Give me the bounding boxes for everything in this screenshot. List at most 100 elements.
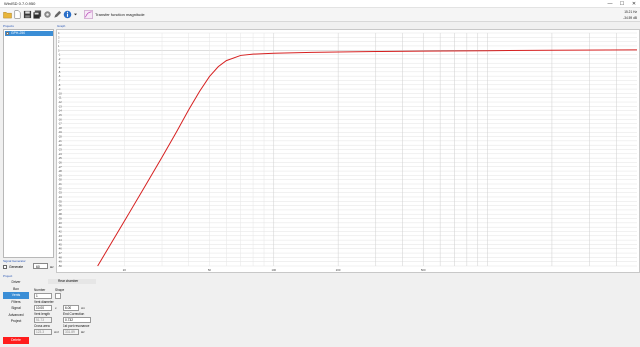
y-tick-label: -15: [58, 113, 62, 117]
window-title: WinISD 0.7.0.950: [4, 1, 36, 6]
y-tick-label: -14: [58, 109, 62, 113]
generator-frequency-input[interactable]: 60: [33, 263, 48, 269]
y-tick-label: -31: [58, 182, 62, 186]
generator-unit: Hz: [50, 265, 54, 269]
project-nav: Driver Box Vents Filters Signal Advanced…: [3, 279, 29, 325]
vent-diameter-input-2[interactable]: 6.00: [63, 305, 79, 311]
open-folder-icon[interactable]: [3, 10, 12, 19]
y-tick-label: -29: [58, 173, 62, 177]
toolbar: Transfer function magnitude 15.21 Hz -34…: [0, 8, 640, 22]
graph-icon[interactable]: [84, 10, 93, 19]
x-tick-label: 500: [421, 268, 426, 272]
y-tick-label: -24: [58, 152, 62, 156]
graph-label: Graph: [57, 24, 66, 28]
y-tick-label: -17: [58, 122, 62, 126]
settings-gear-icon[interactable]: [43, 10, 52, 19]
y-tick-label: -40: [58, 221, 62, 225]
shape-label: Shape: [55, 288, 65, 292]
number-select[interactable]: 1: [34, 293, 52, 299]
cross-area-unit: cm²: [54, 330, 59, 334]
projects-list[interactable]: GPH-250: [3, 29, 54, 258]
y-tick-label: -47: [58, 251, 62, 255]
x-tick-label: 20: [123, 268, 127, 272]
graph-type-selector[interactable]: Transfer function magnitude: [95, 12, 145, 17]
cross-area-value: 123.3: [34, 329, 52, 335]
new-file-icon[interactable]: [13, 10, 22, 19]
y-tick-label: -39: [58, 217, 62, 221]
minimize-button[interactable]: —: [604, 0, 616, 8]
y-tick-label: -36: [58, 204, 62, 208]
number-label: Number: [34, 288, 46, 292]
y-tick-label: 3: [58, 35, 60, 39]
readout-value: -34.59 dB: [623, 16, 637, 20]
pen-icon[interactable]: [53, 10, 62, 19]
vent-diameter-unit: x: [55, 306, 57, 310]
nav-project[interactable]: Project: [3, 318, 29, 325]
vent-length-value: 51.73: [34, 317, 52, 323]
project-checkbox[interactable]: [6, 32, 9, 35]
y-tick-label: -49: [58, 260, 62, 264]
y-tick-label: -22: [58, 143, 62, 147]
project-section-label: Project: [3, 274, 13, 278]
readout-frequency: 15.21 Hz: [624, 10, 637, 14]
info-icon[interactable]: [63, 10, 72, 19]
y-tick-label: -44: [58, 238, 62, 242]
y-tick-label: 4: [58, 31, 60, 35]
generate-checkbox[interactable]: [3, 265, 7, 269]
y-tick-label: -16: [58, 117, 62, 121]
y-tick-label: 1: [58, 44, 60, 48]
maximize-button[interactable]: ☐: [616, 0, 628, 8]
y-tick-label: -18: [58, 126, 62, 130]
save-icon[interactable]: [23, 10, 32, 19]
x-tick-label: 100: [271, 268, 276, 272]
y-tick-label: -11: [58, 96, 62, 100]
vent-length-label: Vent length: [34, 312, 50, 316]
save-all-icon[interactable]: [33, 10, 42, 19]
y-tick-label: -27: [58, 165, 62, 169]
y-tick-label: -25: [58, 156, 62, 160]
vent-diameter-input[interactable]: 10.00: [34, 305, 52, 311]
y-tick-label: -21: [58, 139, 62, 143]
y-tick-label: -28: [58, 169, 62, 173]
transfer-function-chart[interactable]: 43210-1-2-3-4-5-6-7-8-9-10-11-12-13-14-1…: [57, 30, 639, 272]
y-tick-label: -48: [58, 255, 62, 259]
y-tick-label: -13: [58, 104, 62, 108]
y-tick-label: -10: [58, 91, 62, 95]
y-tick-label: -30: [58, 178, 62, 182]
y-tick-label: -35: [58, 199, 62, 203]
y-tick-label: -45: [58, 242, 62, 246]
y-tick-label: -34: [58, 195, 62, 199]
end-correction-select[interactable]: 0.732: [63, 317, 91, 323]
y-tick-label: -23: [58, 148, 62, 152]
rear-chamber-tab[interactable]: Rear chamber: [48, 279, 96, 284]
y-tick-label: 2: [58, 40, 60, 44]
projects-label: Projects: [3, 24, 14, 28]
x-tick-label: 200: [336, 268, 341, 272]
port-resonance-unit: Hz: [81, 330, 85, 334]
y-tick-label: -19: [58, 130, 62, 134]
vent-diameter-label: Vent diameter: [34, 300, 54, 304]
x-tick-label: 50: [208, 268, 212, 272]
end-correction-label: End Correction: [63, 312, 85, 316]
y-tick-label: -32: [58, 186, 62, 190]
graph-panel[interactable]: 4 3 2 1 0 -1 -2 -3 -4 -5 -6 -7 -8 -9 -10 -11 -12 -13 -14 -1…: [56, 29, 640, 273]
y-tick-label: -37: [58, 208, 62, 212]
port-resonance-value: 331.89: [63, 329, 79, 335]
y-tick-label: -33: [58, 191, 62, 195]
vent-diameter-unit-2: cm: [81, 306, 85, 310]
delete-button[interactable]: Delete: [3, 337, 29, 344]
y-tick-label: -12: [58, 100, 62, 104]
project-name: GPH-250: [11, 31, 26, 35]
title-bar: WinISD 0.7.0.950 — ☐ ✕: [0, 0, 640, 8]
shape-select[interactable]: [55, 293, 61, 299]
vents-form: Rear chamber Number Shape 1 Vent diamete…: [34, 279, 104, 339]
y-tick-label: -20: [58, 135, 62, 139]
close-button[interactable]: ✕: [628, 0, 640, 8]
project-item[interactable]: GPH-250: [5, 31, 53, 36]
dropdown-icon[interactable]: [73, 10, 78, 19]
y-tick-label: -41: [58, 225, 62, 229]
y-tick-label: -43: [58, 234, 62, 238]
y-tick-label: 0: [58, 48, 60, 52]
generate-label: Generate: [9, 265, 24, 269]
y-tick-label: -46: [58, 247, 62, 251]
